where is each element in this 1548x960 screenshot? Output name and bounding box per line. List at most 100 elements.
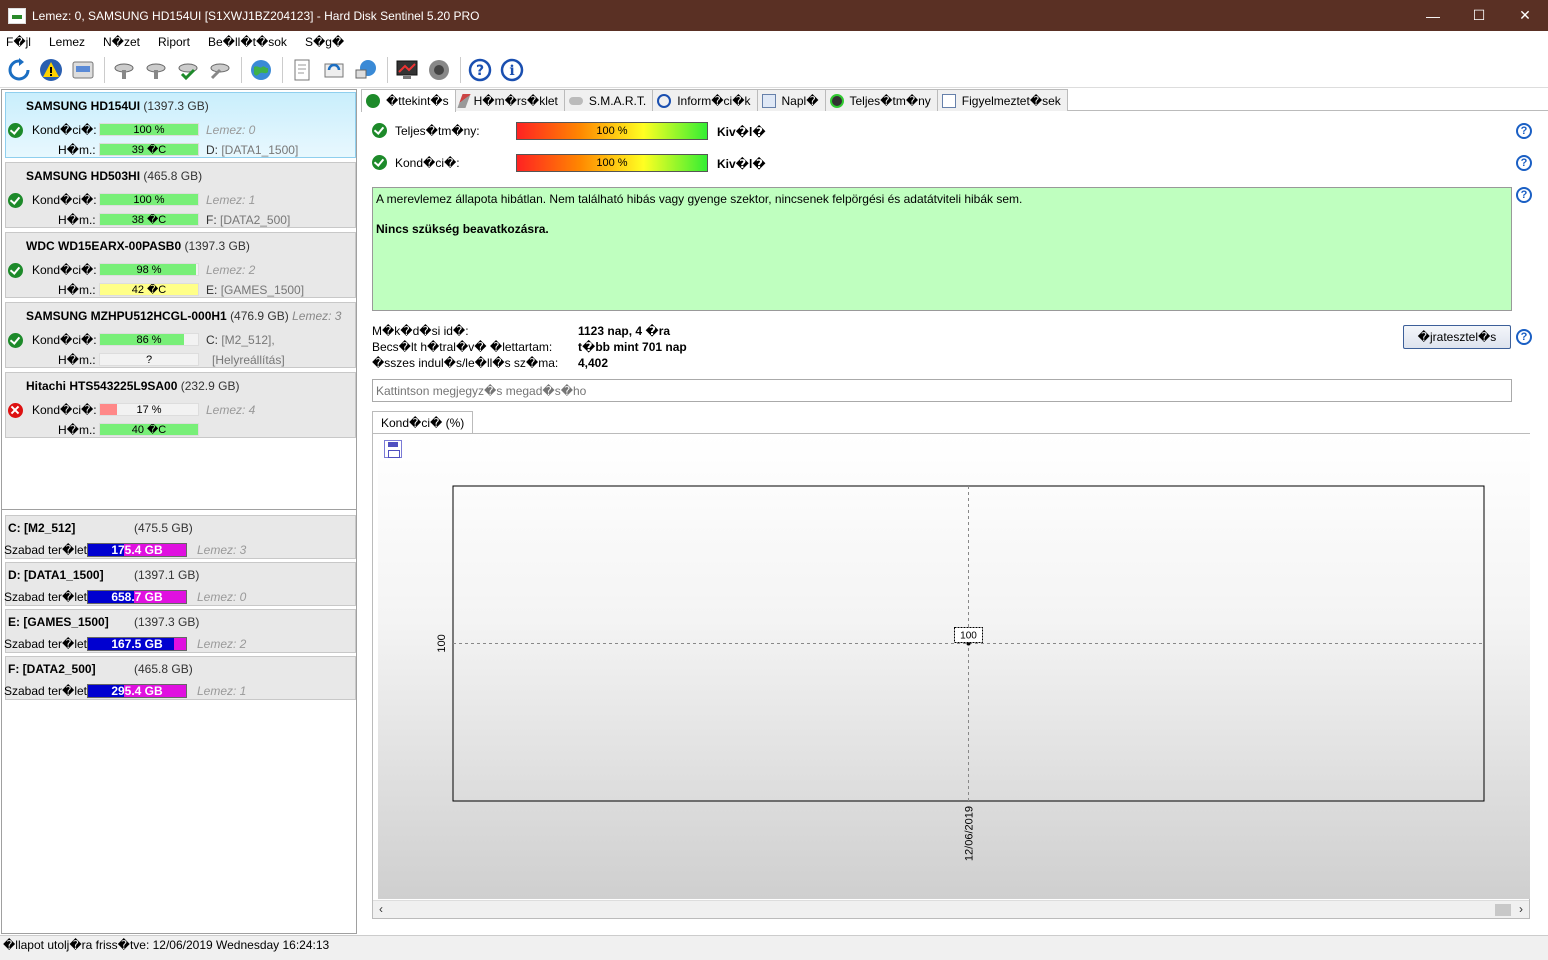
performance-bar: 100 % <box>516 122 708 140</box>
app-icon <box>8 7 26 24</box>
info-icon <box>657 93 672 108</box>
free-space-bar: 658.7 GB <box>87 590 187 604</box>
help-icon[interactable]: ? <box>1516 329 1532 345</box>
volume-card-f[interactable]: F: [DATA2_500] (465.8 GB) Szabad ter�let… <box>4 656 356 700</box>
minimize-button[interactable]: — <box>1410 0 1456 31</box>
temperature-bar: 40 �C <box>99 423 199 436</box>
menu-disk[interactable]: Lemez <box>49 35 85 49</box>
close-button[interactable]: ✕ <box>1502 0 1548 31</box>
condition-bar: 98 % <box>99 263 199 276</box>
performance-row: Teljes�tm�ny: <box>372 123 480 138</box>
scroll-thumb[interactable] <box>1495 904 1511 916</box>
tab-bar: �ttekint�s H�m�rs�klet S.M.A.R.T. Inform… <box>361 89 1548 112</box>
toolbar-separator <box>241 56 242 83</box>
disk-check-icon <box>178 63 198 80</box>
title-bar: Lemez: 0, SAMSUNG HD154UI [S1XWJ1BZ20412… <box>0 0 1548 31</box>
refresh-button[interactable] <box>4 55 34 85</box>
health-message: A merevlemez állapota hibátlan. Nem talá… <box>376 192 1023 206</box>
uptime-value: 1123 nap, 4 �ra <box>578 324 671 338</box>
update-button[interactable] <box>319 55 349 85</box>
disk-check-button[interactable] <box>173 55 203 85</box>
temperature-bar: 39 �C <box>99 143 199 156</box>
help-button[interactable]: ? <box>465 55 495 85</box>
disk-button[interactable] <box>68 55 98 85</box>
volume-disk-index: Lemez: 0 <box>197 590 247 604</box>
report-button[interactable] <box>287 55 317 85</box>
help-icon[interactable]: ? <box>1516 187 1532 203</box>
disk-card-0[interactable]: SAMSUNG HD154UI (1397.3 GB) Kond�ci�: 10… <box>5 92 356 158</box>
scroll-right-icon[interactable]: › <box>1519 902 1523 916</box>
disk-scan-button[interactable] <box>205 55 235 85</box>
menu-file[interactable]: F�jl <box>6 35 31 49</box>
condition-bar: 17 % <box>99 403 199 416</box>
retest-button[interactable]: �jratesztel�s <box>1403 325 1511 349</box>
volume-size: (465.8 GB) <box>134 662 193 676</box>
disk-card-4[interactable]: Hitachi HTS543225L9SA00 (232.9 GB) Kond�… <box>5 372 356 438</box>
condition-label: Kond�ci�: <box>32 403 97 417</box>
chart-tab-condition[interactable]: Kond�ci� (%) <box>372 411 474 434</box>
disk-name: Hitachi HTS543225L9SA00 (232.9 GB) <box>26 379 240 393</box>
disk-card-1[interactable]: SAMSUNG HD503HI (465.8 GB) Kond�ci�: 100… <box>5 162 356 228</box>
tab-overview[interactable]: �ttekint�s <box>361 89 456 112</box>
maximize-button[interactable]: ☐ <box>1456 0 1502 31</box>
sound-button[interactable] <box>424 55 454 85</box>
disk-index: Lemez: 2 <box>206 263 256 277</box>
condition-label: Kond�ci�: <box>32 193 97 207</box>
horizontal-scrollbar[interactable]: ‹ › <box>373 900 1529 918</box>
disk-tool-button-2[interactable] <box>141 55 171 85</box>
menu-view[interactable]: N�zet <box>103 35 140 49</box>
sound-icon <box>429 59 449 80</box>
log-icon <box>761 93 776 108</box>
network-button[interactable] <box>351 55 381 85</box>
volume-card-d[interactable]: D: [DATA1_1500] (1397.1 GB) Szabad ter�l… <box>4 562 356 606</box>
status-ok-icon <box>8 193 23 208</box>
disk-volume: C: [M2_512], <box>206 333 275 347</box>
volume-size: (1397.1 GB) <box>134 568 200 582</box>
condition-bar: 100 % <box>516 154 708 172</box>
disk-card-3[interactable]: SAMSUNG MZHPU512HCGL-000H1 (476.9 GB) Le… <box>5 302 356 368</box>
thermometer-icon <box>457 93 471 108</box>
menu-bar: F�jl Lemez N�zet Riport Be�ll�t�sok S�g� <box>0 31 1548 52</box>
temperature-label: H�m.: <box>58 143 96 157</box>
tab-performance[interactable]: Teljes�tm�ny <box>824 89 938 111</box>
alert-button[interactable] <box>36 55 66 85</box>
volume-card-c[interactable]: C: [M2_512] (475.5 GB) Szabad ter�let 17… <box>4 515 356 559</box>
volume-size: (1397.3 GB) <box>134 615 200 629</box>
about-button[interactable]: i <box>497 55 527 85</box>
help-icon[interactable]: ? <box>1516 123 1532 139</box>
disk-name: WDC WD15EARX-00PASB0 (1397.3 GB) <box>26 239 250 253</box>
disk-name: SAMSUNG MZHPU512HCGL-000H1 (476.9 GB) Le… <box>26 309 342 323</box>
disk-index: Lemez: 0 <box>206 123 256 137</box>
starts-value: 4,402 <box>578 356 609 370</box>
network-icon <box>355 59 376 78</box>
free-space-label: Szabad ter�let <box>4 637 88 651</box>
condition-chart: 100 100 12/06/2019 <box>436 485 1485 861</box>
tab-log[interactable]: Napl� <box>756 89 826 111</box>
help-icon[interactable]: ? <box>1516 155 1532 171</box>
disk-tool-button-1[interactable] <box>109 55 139 85</box>
y-tick-label: 100 <box>436 634 448 652</box>
condition-bar: 100 % <box>99 193 199 206</box>
toolbar: ? i <box>0 52 1548 88</box>
toolbar-separator <box>104 56 105 83</box>
tab-alerts[interactable]: Figyelmeztet�sek <box>936 89 1068 111</box>
volume-card-e[interactable]: E: [GAMES_1500] (1397.3 GB) Szabad ter�l… <box>4 609 356 653</box>
web-button[interactable] <box>246 55 276 85</box>
disk-card-2[interactable]: WDC WD15EARX-00PASB0 (1397.3 GB) Kond�ci… <box>5 232 356 298</box>
menu-report[interactable]: Riport <box>158 35 190 49</box>
temperature-label: H�m.: <box>58 283 96 297</box>
right-panel: �ttekint�s H�m�rs�klet S.M.A.R.T. Inform… <box>361 89 1548 934</box>
toolbar-separator <box>460 56 461 83</box>
toolbar-separator <box>387 56 388 83</box>
performance-icon <box>829 93 844 108</box>
tab-smart[interactable]: S.M.A.R.T. <box>563 89 654 111</box>
menu-help[interactable]: S�g� <box>305 35 344 49</box>
scroll-left-icon[interactable]: ‹ <box>379 902 383 916</box>
monitor-button[interactable] <box>392 55 422 85</box>
menu-settings[interactable]: Be�ll�t�sok <box>208 35 287 49</box>
note-input[interactable] <box>372 379 1512 402</box>
tab-temperature[interactable]: H�m�rs�klet <box>454 89 565 111</box>
free-space-bar: 167.5 GB <box>87 637 187 651</box>
volume-name: E: [GAMES_1500] <box>8 615 109 629</box>
tab-information[interactable]: Inform�ci�k <box>652 89 758 111</box>
